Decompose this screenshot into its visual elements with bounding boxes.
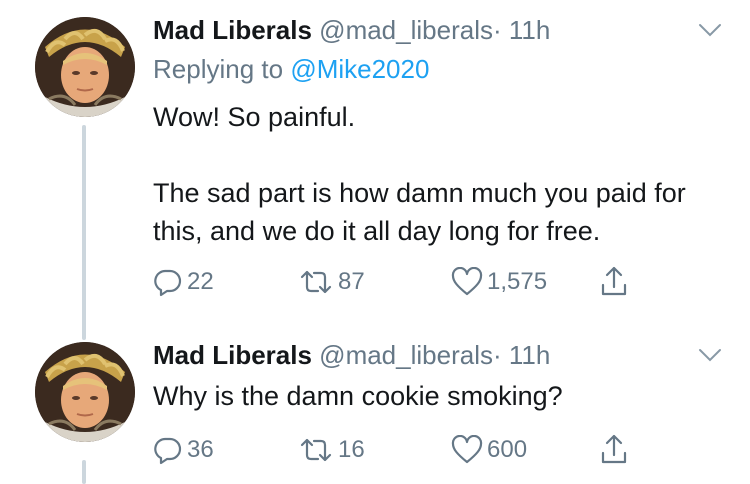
like-count: 600 bbox=[487, 436, 528, 463]
retweet-icon bbox=[300, 438, 332, 462]
tweet-text: Why is the damn cookie smoking? bbox=[153, 377, 733, 415]
separator-dot: · bbox=[492, 15, 502, 45]
retweet-count: 87 bbox=[338, 268, 365, 295]
retweet-button[interactable]: 16 bbox=[298, 430, 365, 470]
share-button[interactable] bbox=[599, 262, 629, 302]
tweet[interactable]: Mad Liberals @mad_liberals· 11h Replying… bbox=[0, 0, 750, 325]
avatar[interactable] bbox=[35, 17, 135, 117]
tweet-text: Wow! So painful. The sad part is how dam… bbox=[153, 98, 733, 250]
share-icon bbox=[601, 434, 627, 464]
user-handle[interactable]: @mad_liberals bbox=[319, 340, 493, 370]
like-button[interactable]: 1,575 bbox=[451, 262, 547, 302]
retweet-icon bbox=[300, 270, 332, 294]
tweet-header: Mad Liberals @mad_liberals· 11h bbox=[153, 14, 550, 46]
reply-count: 22 bbox=[187, 268, 214, 295]
chevron-down-icon[interactable] bbox=[698, 22, 722, 38]
like-count: 1,575 bbox=[487, 268, 548, 295]
avatar[interactable] bbox=[35, 342, 135, 442]
separator-dot: · bbox=[492, 340, 502, 370]
reply-icon bbox=[154, 269, 182, 297]
retweet-button[interactable]: 87 bbox=[298, 262, 365, 302]
share-icon bbox=[601, 266, 627, 296]
display-name[interactable]: Mad Liberals bbox=[153, 340, 312, 370]
tweet-text-line: The sad part is how damn much you paid f… bbox=[153, 178, 686, 246]
retweet-count: 16 bbox=[338, 436, 365, 463]
replying-to: Replying to @Mike2020 bbox=[153, 52, 429, 86]
reply-icon bbox=[154, 437, 182, 465]
timestamp[interactable]: 11h bbox=[509, 340, 550, 370]
mention-link[interactable]: @Mike2020 bbox=[290, 54, 429, 84]
heart-icon bbox=[451, 435, 483, 464]
share-button[interactable] bbox=[599, 430, 629, 470]
chevron-down-icon[interactable] bbox=[698, 347, 722, 363]
user-handle[interactable]: @mad_liberals bbox=[319, 15, 493, 45]
replying-to-label: Replying to bbox=[153, 54, 291, 84]
tweet-text-line: Wow! So painful. bbox=[153, 102, 356, 132]
timestamp[interactable]: 11h bbox=[509, 15, 550, 45]
tweet[interactable]: Mad Liberals @mad_liberals· 11h Why is t… bbox=[0, 325, 750, 484]
tweet-text-line: Why is the damn cookie smoking? bbox=[153, 381, 563, 411]
tweet-header: Mad Liberals @mad_liberals· 11h bbox=[153, 339, 550, 371]
reply-button[interactable]: 36 bbox=[153, 430, 214, 470]
reply-count: 36 bbox=[187, 436, 214, 463]
like-button[interactable]: 600 bbox=[451, 430, 527, 470]
reply-button[interactable]: 22 bbox=[153, 262, 214, 302]
heart-icon bbox=[451, 267, 483, 296]
display-name[interactable]: Mad Liberals bbox=[153, 15, 312, 45]
